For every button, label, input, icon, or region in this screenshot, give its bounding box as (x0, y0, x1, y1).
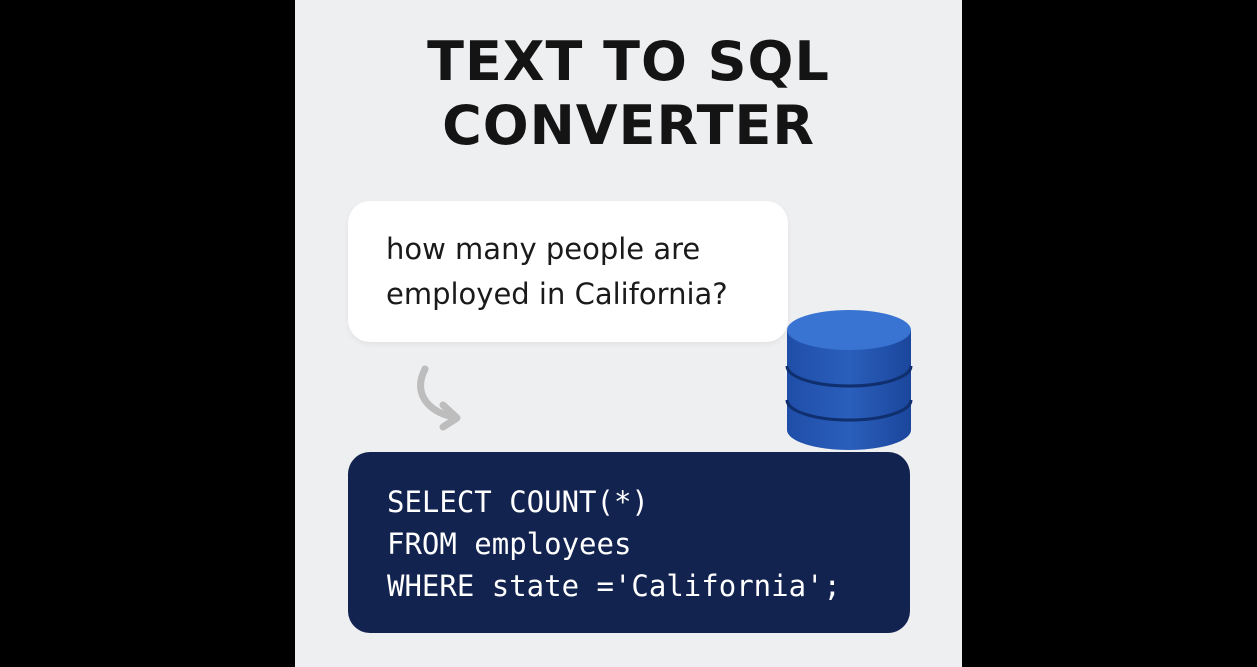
title-line-1: TEXT TO SQL (427, 30, 830, 93)
question-bubble: how many people are employed in Californ… (348, 201, 788, 342)
title-line-2: CONVERTER (442, 94, 815, 157)
sql-line-1: SELECT COUNT(*) (387, 485, 649, 519)
database-icon (785, 310, 913, 450)
sql-line-2: FROM employees (387, 527, 632, 561)
question-line-2: employed in California? (386, 277, 728, 311)
sql-code-block: SELECT COUNT(*) FROM employees WHERE sta… (348, 452, 910, 633)
sql-line-3: WHERE state ='California'; (387, 569, 841, 603)
illustration-panel: TEXT TO SQL CONVERTER how many people ar… (295, 0, 962, 667)
page-title: TEXT TO SQL CONVERTER (295, 30, 962, 158)
curved-arrow-icon (417, 365, 461, 431)
question-line-1: how many people are (386, 232, 701, 266)
